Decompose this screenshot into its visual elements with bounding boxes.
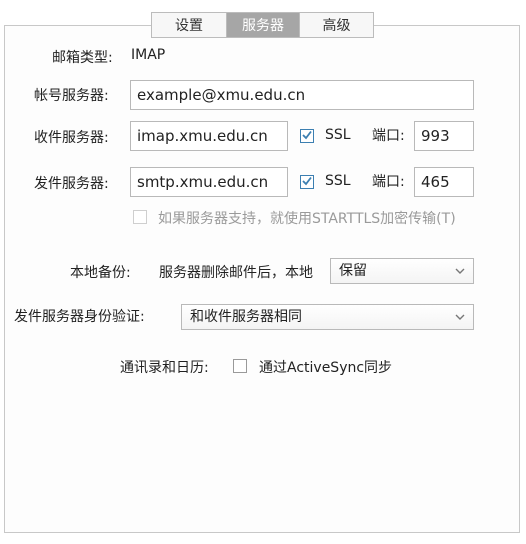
outgoing-server-input[interactable]: smtp.xmu.edu.cn: [130, 167, 288, 197]
account-server-label: 帐号服务器:: [34, 88, 109, 104]
outgoing-server-label: 发件服务器:: [34, 176, 109, 192]
checkmark-icon: [302, 130, 312, 140]
smtp-auth-selected: 和收件服务器相同: [190, 309, 302, 325]
chevron-down-icon: [455, 314, 465, 320]
tab-server[interactable]: 服务器: [226, 12, 299, 38]
local-backup-select[interactable]: 保留: [330, 258, 474, 284]
smtp-auth-label: 发件服务器身份验证:: [14, 309, 145, 325]
starttls-checkbox[interactable]: [133, 210, 147, 224]
activesync-checkbox[interactable]: [233, 359, 247, 373]
checkmark-icon: [302, 176, 312, 186]
local-backup-selected: 保留: [339, 263, 367, 279]
tab-bar: 设置 服务器 高级: [151, 12, 374, 38]
smtp-auth-select[interactable]: 和收件服务器相同: [181, 304, 474, 330]
local-backup-label: 本地备份:: [70, 265, 131, 281]
outgoing-port-label: 端口:: [372, 174, 405, 190]
account-type-label: 邮箱类型:: [52, 50, 113, 66]
incoming-server-input[interactable]: imap.xmu.edu.cn: [130, 121, 288, 151]
local-backup-description: 服务器删除邮件后，本地: [159, 265, 313, 281]
outgoing-ssl-label: SSL: [325, 173, 351, 189]
outgoing-port-input[interactable]: 465: [414, 167, 474, 197]
starttls-label: 如果服务器支持，就使用STARTTLS加密传输(T): [158, 211, 456, 227]
contacts-calendar-label: 通讯录和日历:: [120, 360, 209, 376]
incoming-ssl-label: SSL: [325, 127, 351, 143]
tab-advanced[interactable]: 高级: [299, 12, 374, 38]
account-type-value: IMAP: [131, 47, 166, 63]
account-server-input[interactable]: example@xmu.edu.cn: [130, 80, 474, 110]
incoming-ssl-checkbox[interactable]: [300, 129, 314, 143]
activesync-label: 通过ActiveSync同步: [259, 360, 393, 376]
outgoing-ssl-checkbox[interactable]: [300, 175, 314, 189]
tab-settings[interactable]: 设置: [151, 12, 226, 38]
chevron-down-icon: [455, 268, 465, 274]
incoming-port-label: 端口:: [372, 128, 405, 144]
incoming-server-label: 收件服务器:: [34, 130, 109, 146]
incoming-port-input[interactable]: 993: [414, 121, 474, 151]
